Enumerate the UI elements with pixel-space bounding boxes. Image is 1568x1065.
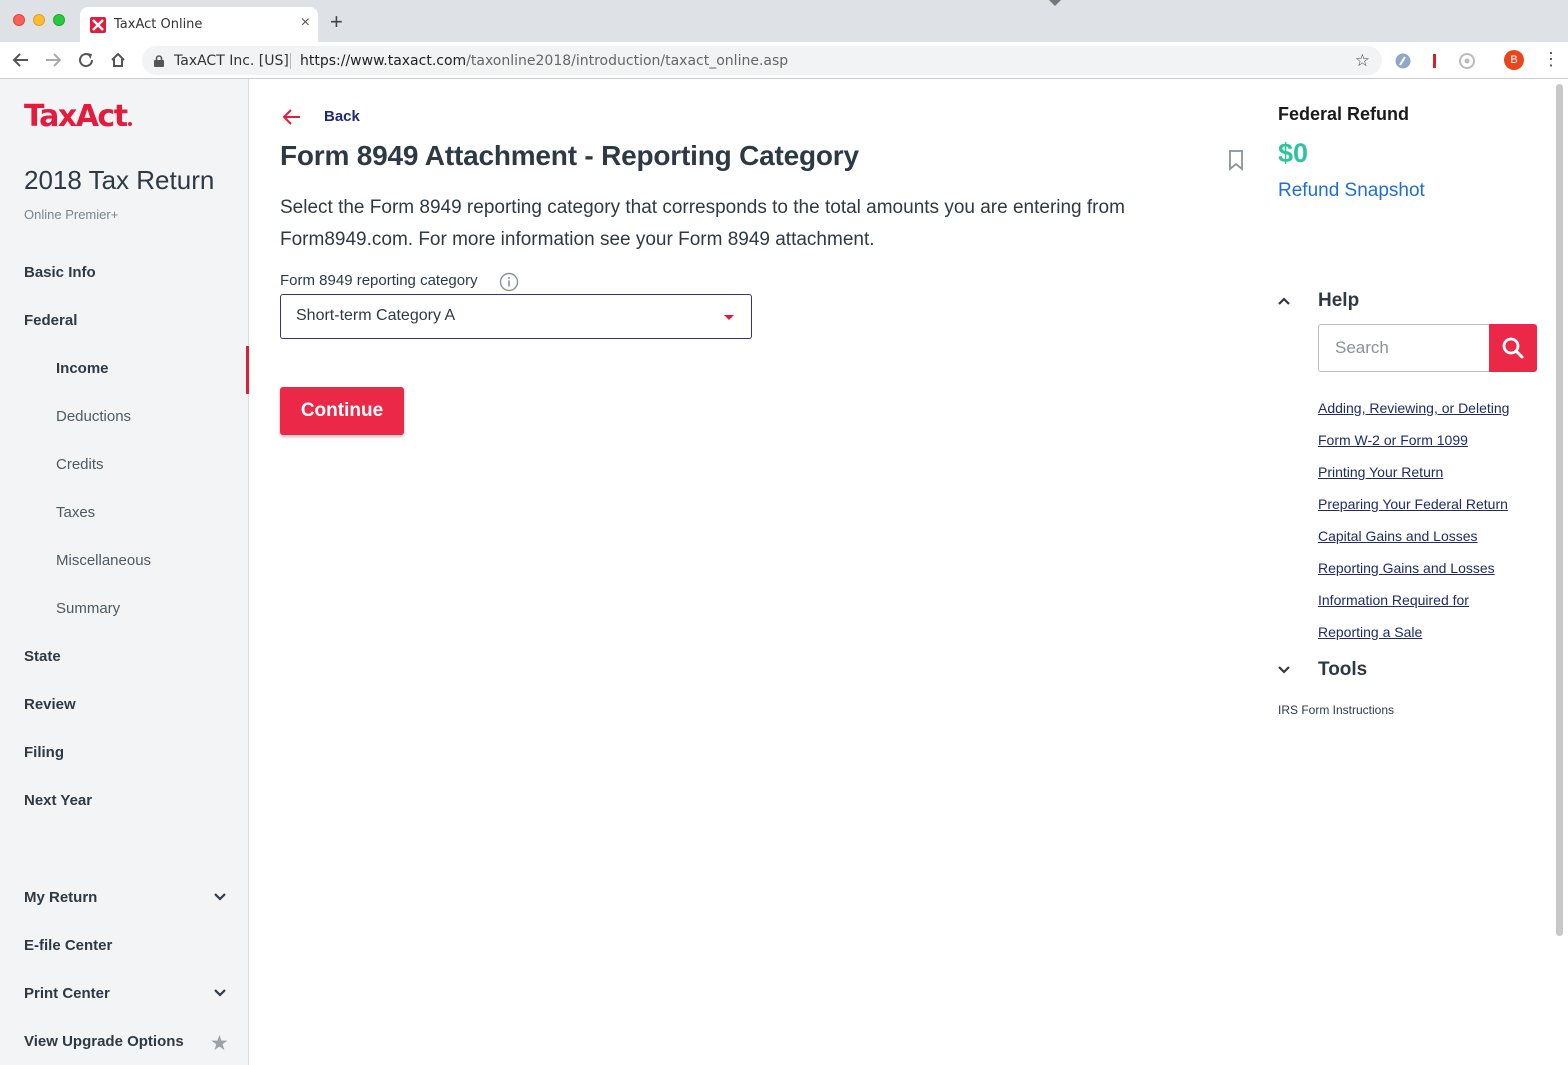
bookmark-icon[interactable] [1227,149,1245,171]
page-description: Select the Form 8949 reporting category … [280,197,1125,250]
url-separator [290,53,291,69]
edition-label: Online Premier+ [24,207,119,222]
help-link[interactable]: Capital Gains and Losses [1318,528,1478,544]
select-value: Short-term Category A [296,307,456,324]
sidebar-item-taxes[interactable]: Taxes [56,504,95,521]
window-minimize-button[interactable] [33,14,45,26]
search-placeholder: Search [1335,338,1389,357]
bookmark-star-icon[interactable]: ☆ [1355,51,1370,71]
help-link[interactable]: Printing Your Return [1318,464,1443,480]
reporting-category-select[interactable]: Short-term Category A [280,294,752,339]
page-scrollbar[interactable] [1556,84,1563,936]
extension-icon[interactable] [1394,52,1412,70]
browser-reload-icon[interactable] [77,51,95,69]
sidebar-item-print-center[interactable]: Print Center [24,985,110,1002]
caret-down-icon [724,315,734,320]
browser-back-icon[interactable] [12,51,30,69]
taxact-logo[interactable]: TaxAct [24,99,132,134]
sidebar-item-upgrade[interactable]: View Upgrade Options [24,1033,184,1050]
help-link[interactable]: Adding, Reviewing, or Deleting [1318,400,1509,416]
sidebar-item-state[interactable]: State [24,648,61,665]
sidebar-item-federal[interactable]: Federal [24,312,77,329]
window-zoom-button[interactable] [53,14,65,26]
star-icon: ★ [210,1032,229,1055]
sidebar-item-filing[interactable]: Filing [24,744,64,761]
sidebar-item-income[interactable]: Income [56,360,109,377]
tools-section-title[interactable]: Tools [1318,659,1367,681]
address-bar[interactable]: TaxACT Inc. [US] https://www.taxact.com/… [142,46,1382,75]
page-title: Form 8949 Attachment - Reporting Categor… [280,140,859,171]
help-section-title[interactable]: Help [1318,290,1359,312]
reporting-category-label: Form 8949 reporting category [280,272,478,289]
search-icon [1502,337,1524,359]
federal-refund-amount: $0 [1278,138,1309,168]
help-link[interactable]: Information Required for [1318,592,1469,608]
sidebar: TaxAct 2018 Tax Return Online Premier+ B… [0,79,249,1065]
tab-close-icon[interactable]: × [301,14,310,32]
extension-gray-icon[interactable] [1458,52,1476,70]
profile-avatar[interactable]: B [1504,50,1524,70]
sidebar-item-efile-center[interactable]: E-file Center [24,937,112,954]
sidebar-item-review[interactable]: Review [24,696,76,713]
continue-button[interactable]: Continue [280,387,404,435]
lock-icon [154,55,164,67]
sidebar-item-next-year[interactable]: Next Year [24,792,92,809]
chevron-up-icon[interactable] [1277,296,1291,306]
back-link[interactable]: Back [324,108,360,125]
active-indicator [246,346,249,394]
browser-toolbar: TaxACT Inc. [US] https://www.taxact.com/… [0,42,1568,79]
sidebar-item-credits[interactable]: Credits [56,456,104,473]
help-link[interactable]: Reporting Gains and Losses [1318,560,1495,576]
url-text: https://www.taxact.com/taxonline2018/int… [300,53,789,69]
federal-refund-label: Federal Refund [1278,104,1410,124]
chevron-down-icon[interactable] [213,988,227,998]
return-title: 2018 Tax Return [24,165,215,195]
browser-forward-icon[interactable] [44,51,62,69]
sidebar-item-deductions[interactable]: Deductions [56,408,131,425]
sidebar-item-summary[interactable]: Summary [56,600,120,617]
sidebar-item-my-return[interactable]: My Return [24,889,97,906]
sidebar-item-miscellaneous[interactable]: Miscellaneous [56,552,151,569]
chevron-down-icon[interactable] [1277,665,1291,675]
help-link[interactable]: Preparing Your Federal Return [1318,496,1508,512]
help-search-input[interactable]: Search [1318,324,1490,372]
help-link[interactable]: Reporting a Sale [1318,624,1422,640]
irs-form-instructions-link[interactable]: IRS Form Instructions [1278,703,1394,717]
chevron-down-icon[interactable] [213,892,227,902]
help-link[interactable]: Form W-2 or Form 1099 [1318,432,1468,448]
tab-title: TaxAct Online [114,17,203,32]
extension-red-icon[interactable] [1432,52,1438,70]
browser-tab[interactable]: TaxAct Online × [80,7,318,42]
search-button[interactable] [1489,324,1537,372]
browser-home-icon[interactable] [109,51,127,69]
back-arrow-icon[interactable] [282,108,302,126]
info-icon[interactable] [499,272,519,292]
browser-menu-icon[interactable]: ⋮ [1542,49,1560,69]
site-identity: TaxACT Inc. [US] [174,53,289,69]
new-tab-button[interactable]: + [330,11,343,33]
sidebar-item-basic-info[interactable]: Basic Info [24,264,96,281]
taxact-favicon-icon [90,17,106,33]
logo-dot [127,122,132,126]
window-close-button[interactable] [13,14,25,26]
refund-snapshot-link[interactable]: Refund Snapshot [1278,180,1425,202]
tab-strip-caret-icon [1049,0,1061,6]
browser-tab-bar: TaxAct Online × + [0,0,1568,42]
